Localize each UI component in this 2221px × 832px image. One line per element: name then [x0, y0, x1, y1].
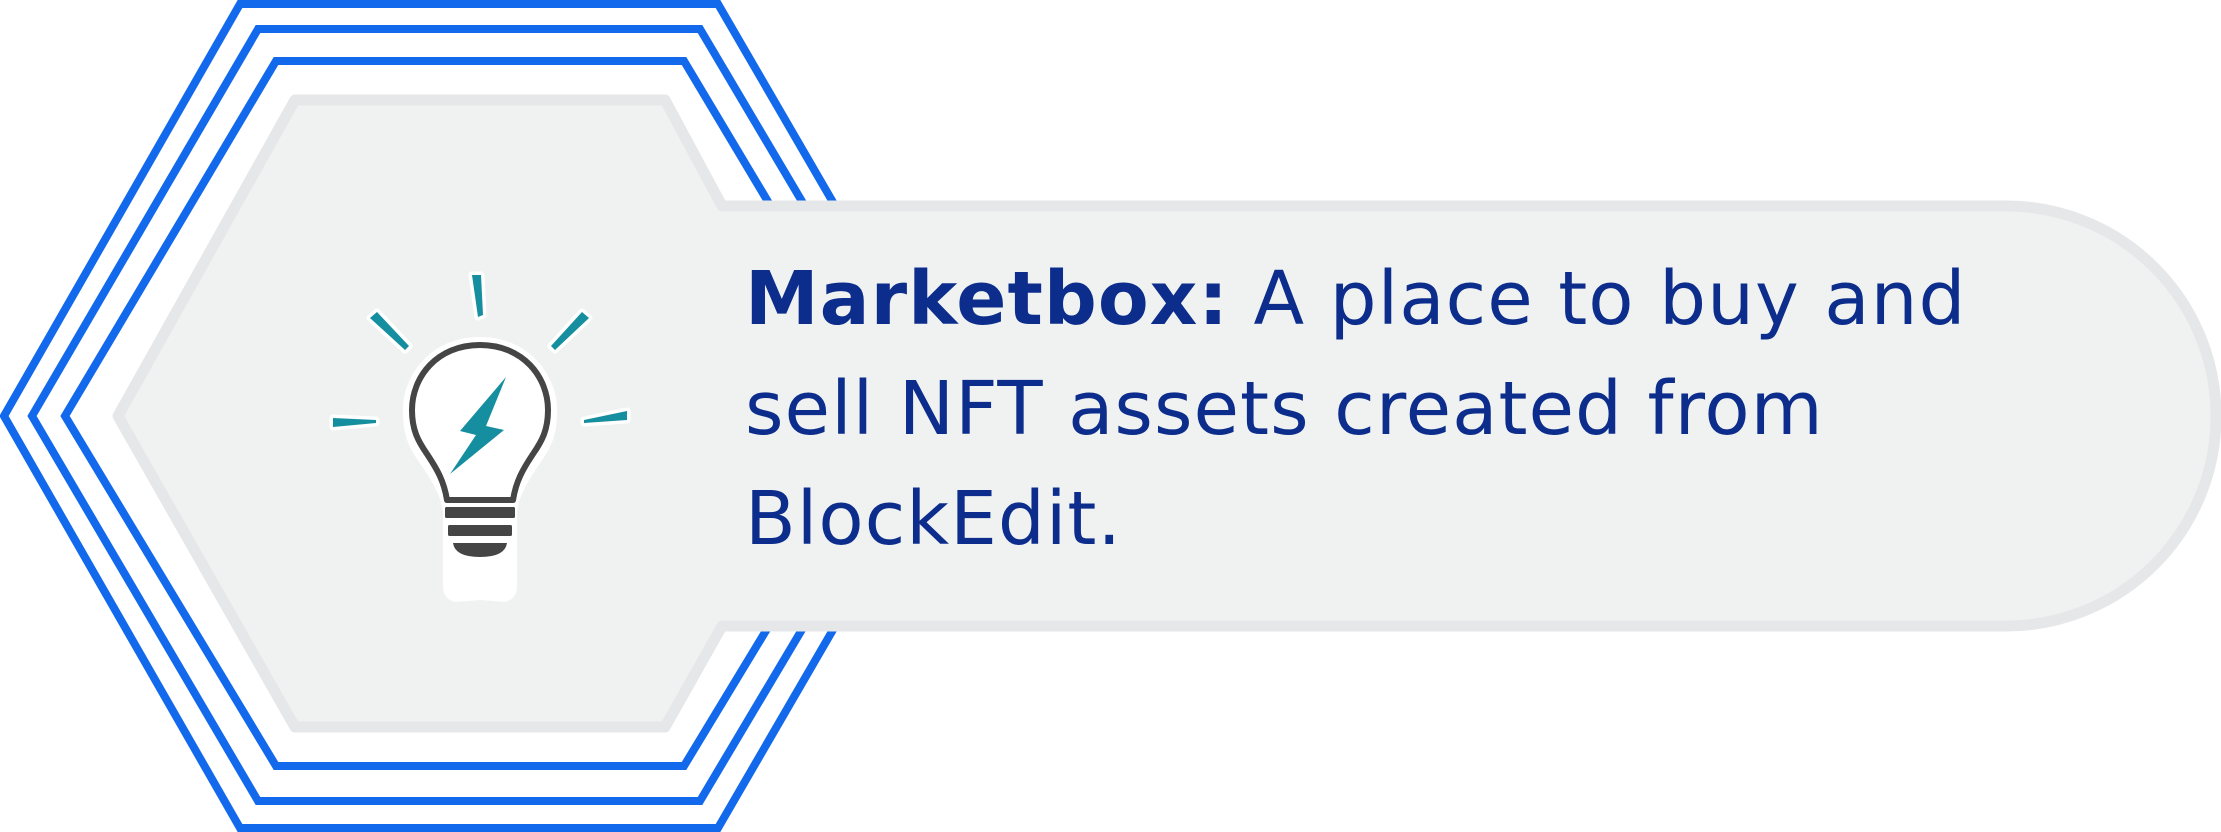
light-ray-left: [329, 414, 380, 431]
callout-separator: :: [1198, 256, 1229, 342]
lightbulb-base-stripe-2: [448, 525, 512, 536]
callout-text: Marketbox: A place to buy and sell NFT a…: [745, 244, 1995, 574]
callout-term: Marketbox: [745, 256, 1199, 342]
lightbulb-base-stripe-1: [445, 507, 515, 518]
light-ray-top: [468, 271, 487, 321]
